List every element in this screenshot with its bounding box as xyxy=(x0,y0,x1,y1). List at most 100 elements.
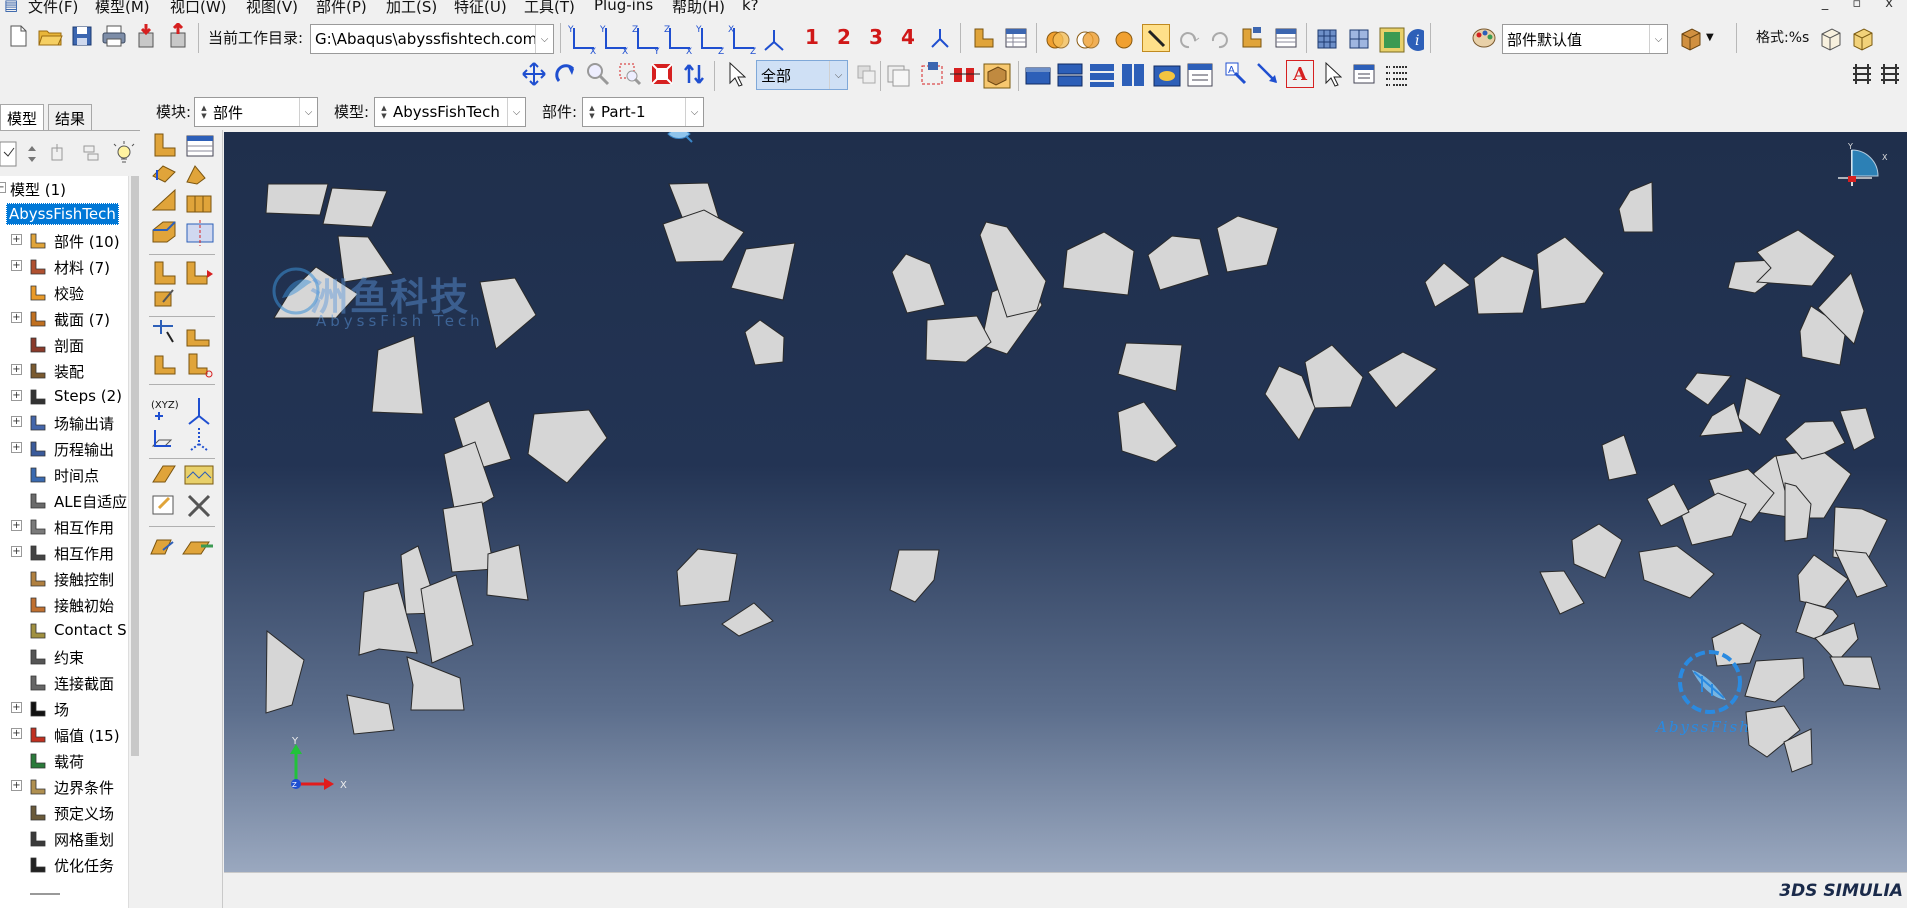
expand-icon[interactable]: + xyxy=(11,520,22,531)
menu-help[interactable]: 帮助(H) xyxy=(672,0,725,14)
tree-item[interactable]: 优化任务 xyxy=(0,852,128,878)
auto-fit-icon[interactable] xyxy=(648,60,676,88)
view-3-button[interactable]: 3 xyxy=(869,25,883,49)
assign-section-icon[interactable] xyxy=(150,539,174,555)
tree-item[interactable]: + 部件 (10) xyxy=(0,228,128,254)
menu-model[interactable]: 模型(M) xyxy=(95,0,150,14)
part-manager-icon[interactable] xyxy=(970,24,998,52)
tree-item[interactable]: 时间点 xyxy=(0,462,128,488)
wire-spline-icon[interactable] xyxy=(184,465,214,485)
cut-extrude-icon[interactable] xyxy=(186,195,212,213)
tree-scrollbar[interactable] xyxy=(128,176,140,908)
xyz-datum-icon[interactable]: (XYZ) xyxy=(151,400,179,411)
text-annotation-icon[interactable]: A xyxy=(1286,60,1314,88)
view-layout-icons[interactable] xyxy=(1022,60,1222,90)
menu-part[interactable]: 部件(P) xyxy=(316,0,367,14)
expand-icon[interactable]: + xyxy=(11,780,22,791)
tree-item[interactable]: + 场 xyxy=(0,696,128,722)
expand-icon[interactable]: + xyxy=(11,702,22,713)
expand-icon[interactable]: + xyxy=(11,416,22,427)
tree-item[interactable]: + 装配 xyxy=(0,358,128,384)
toolbar-grip-icon-2[interactable] xyxy=(1876,60,1904,88)
pan-icon[interactable] xyxy=(520,60,548,88)
sketch-icon[interactable] xyxy=(154,289,174,307)
chevron-down-icon[interactable]: ⌵ xyxy=(507,98,525,126)
tree-item[interactable]: 接触初始 xyxy=(0,592,128,618)
datum-plane-icon[interactable] xyxy=(151,430,173,447)
chevron-down-icon[interactable]: ⌵ xyxy=(299,98,317,126)
arrow-tool-icon[interactable] xyxy=(1254,60,1282,88)
rotate-icon[interactable] xyxy=(552,60,580,88)
render-mode-icons[interactable]: i xyxy=(1314,26,1424,54)
tree-item[interactable]: 校验 xyxy=(0,280,128,306)
window-controls[interactable]: _ ▫ x xyxy=(1822,0,1903,11)
box-solid-icon[interactable] xyxy=(1848,24,1876,52)
pick-icon[interactable] xyxy=(1142,24,1170,52)
collapse-icon[interactable]: − xyxy=(0,182,6,193)
edit-feature-icon[interactable] xyxy=(152,495,174,515)
display-group-icons[interactable] xyxy=(884,60,1014,90)
tree-item[interactable]: + 相互作用 xyxy=(0,540,128,566)
chevron-down-icon[interactable]: ⌵ xyxy=(1649,25,1667,53)
zoom-box-icon[interactable] xyxy=(616,60,644,88)
create-part-icon[interactable] xyxy=(154,133,176,157)
tree-model-label[interactable]: AbyssFishTech xyxy=(6,203,119,225)
part-geometry[interactable] xyxy=(224,132,1907,872)
filter-icon[interactable] xyxy=(0,141,17,167)
view-1-button[interactable]: 1 xyxy=(805,25,819,49)
expand-icon[interactable]: + xyxy=(11,312,22,323)
boolean-shading-icons[interactable] xyxy=(1044,28,1154,52)
tree-item[interactable]: Contact S xyxy=(0,618,128,644)
tree-item[interactable]: 载荷 xyxy=(0,748,128,774)
expand-icon[interactable]: + xyxy=(11,728,22,739)
view-table-icon[interactable] xyxy=(1272,24,1300,52)
toolbar-grip-icon[interactable] xyxy=(1848,60,1876,88)
iso-view-icon[interactable] xyxy=(926,24,954,52)
menu-file[interactable]: 文件(F) xyxy=(28,0,78,14)
pointer-icon[interactable] xyxy=(1318,60,1346,88)
tree-item[interactable]: 网格重划 xyxy=(0,826,128,852)
expand-icon[interactable]: + xyxy=(11,364,22,375)
tree-item[interactable]: + 材料 (7) xyxy=(0,254,128,280)
model-tree[interactable]: − 模型 (1) AbyssFishTech + 部件 (10) + 材料 (7) 校验… xyxy=(0,176,128,908)
tree-root[interactable]: − 模型 (1) xyxy=(0,176,128,202)
replay-icon[interactable] xyxy=(1238,24,1266,52)
chevron-down-icon[interactable]: ⌵ xyxy=(829,61,847,89)
tree-item[interactable]: + 截面 (7) xyxy=(0,306,128,332)
print-icon[interactable] xyxy=(100,22,128,50)
partition-icon[interactable] xyxy=(186,220,214,246)
revolve-icon[interactable] xyxy=(186,165,206,185)
menu-feature[interactable]: 特征(U) xyxy=(454,0,507,14)
extrude-solid-icon[interactable] xyxy=(152,165,176,183)
menu-context-help[interactable]: k? xyxy=(742,0,759,14)
datum-point-icon[interactable] xyxy=(154,261,176,285)
graphics-viewport[interactable]: 洲鱼科技 AbyssFish Tech AbyssFish Y X Y X Z xyxy=(224,132,1907,872)
menu-viewport[interactable]: 视口(W) xyxy=(170,0,227,14)
expand-icon[interactable]: + xyxy=(11,260,22,271)
tree-item[interactable]: 剖面 xyxy=(0,332,128,358)
new-file-icon[interactable] xyxy=(4,22,32,50)
tree-item[interactable]: + 场输出请 xyxy=(0,410,128,436)
tree-item[interactable]: 约束 xyxy=(0,644,128,670)
tools-icon[interactable] xyxy=(187,494,211,518)
tree-filter-icon[interactable] xyxy=(83,145,99,161)
select-options-icon[interactable] xyxy=(852,60,880,88)
menu-tools[interactable]: 工具(T) xyxy=(524,0,575,14)
tab-model[interactable]: 模型 xyxy=(0,104,45,130)
spin-icon[interactable]: ▲ ▼ xyxy=(199,104,209,120)
chamfer-icon[interactable] xyxy=(152,221,176,243)
scissors-icon[interactable] xyxy=(188,353,213,378)
save-icon[interactable] xyxy=(68,22,96,50)
table-icon[interactable] xyxy=(1002,24,1030,52)
part-manager-icon[interactable] xyxy=(186,135,214,157)
box-icon[interactable] xyxy=(1816,24,1844,52)
datum-axis-icon[interactable] xyxy=(186,261,213,285)
tree-item[interactable]: ALE自适应 xyxy=(0,488,128,514)
datum-csys-icon[interactable] xyxy=(188,398,210,425)
view-2-button[interactable]: 2 xyxy=(837,25,851,49)
tree-item[interactable]: 接触控制 xyxy=(0,566,128,592)
chevron-down-icon[interactable]: ⌵ xyxy=(535,25,553,53)
virtual-topology-icon[interactable] xyxy=(154,355,176,375)
expand-icon[interactable]: + xyxy=(11,390,22,401)
redo-icon[interactable] xyxy=(1206,24,1234,52)
